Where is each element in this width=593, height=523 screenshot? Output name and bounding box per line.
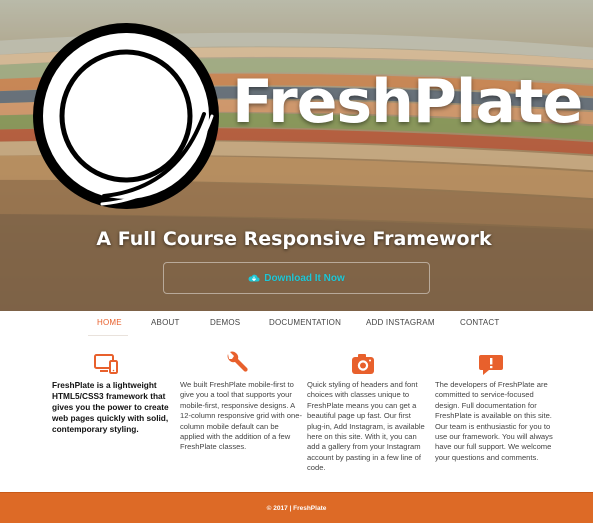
main-nav: HOME ABOUT DEMOS DOCUMENTATION ADD INSTA… [0, 311, 593, 337]
feature-text: Quick styling of headers and font choice… [307, 380, 425, 473]
wrench-icon [227, 351, 248, 372]
cloud-download-icon [248, 274, 260, 281]
camera-icon [352, 354, 374, 374]
download-button[interactable]: Download It Now [163, 262, 430, 294]
copyright-text: © 2017 | FreshPlate [266, 504, 327, 512]
nav-item-documentation[interactable]: DOCUMENTATION [269, 318, 341, 327]
download-button-label: Download It Now [264, 272, 345, 284]
chat-alert-icon [479, 355, 503, 375]
hero-tagline: A Full Course Responsive Framework [0, 228, 593, 250]
brand-title: FreshPlate [232, 67, 583, 137]
nav-item-home[interactable]: HOME [97, 318, 122, 327]
nav-item-about[interactable]: ABOUT [151, 318, 180, 327]
nav-item-contact[interactable]: CONTACT [460, 318, 499, 327]
feature-text: We built FreshPlate mobile-first to give… [180, 380, 302, 452]
feature-text: FreshPlate is a lightweight HTML5/CSS3 f… [52, 380, 169, 434]
nav-item-demos[interactable]: DEMOS [210, 318, 240, 327]
active-nav-underline [88, 335, 128, 336]
feature-text: The developers of FreshPlate are committ… [435, 380, 553, 462]
site-footer: © 2017 | FreshPlate [0, 492, 593, 523]
plate-logo-icon [33, 23, 219, 209]
features-section: FreshPlate is a lightweight HTML5/CSS3 f… [0, 337, 593, 492]
hero-banner: FreshPlate A Full Course Responsive Fram… [0, 0, 593, 311]
hero-tagline-text: A Full Course Responsive Framework [96, 228, 492, 250]
devices-icon [94, 354, 118, 374]
nav-item-add-instagram[interactable]: ADD INSTAGRAM [366, 318, 435, 327]
